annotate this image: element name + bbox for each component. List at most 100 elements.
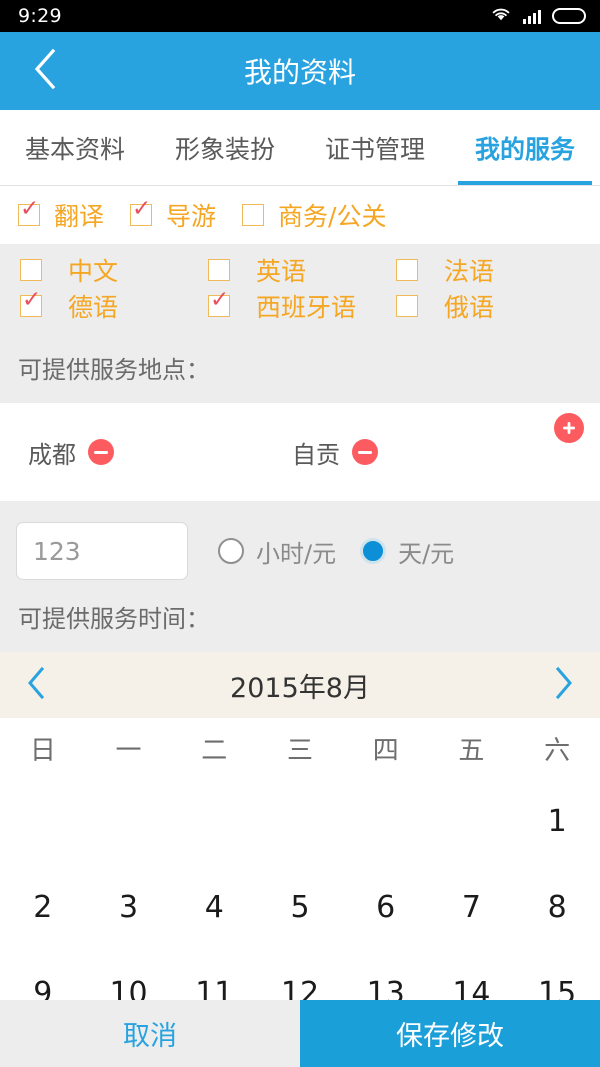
calendar-cell-empty — [343, 778, 429, 864]
checkbox-icon[interactable] — [208, 289, 230, 317]
tab-basic-info[interactable]: 基本资料 — [0, 110, 150, 185]
price-block: 小时/元 天/元 可提供服务时间： — [0, 501, 600, 652]
weekday-fri: 五 — [458, 735, 485, 766]
wifi-icon — [490, 6, 512, 26]
calendar-cell-empty — [171, 778, 257, 864]
language-french[interactable]: 法语 — [396, 252, 584, 288]
chevron-left-icon — [32, 47, 58, 95]
calendar-day-cell[interactable]: 1 — [514, 778, 600, 864]
language-label: 英语 — [256, 257, 307, 286]
checkbox-icon[interactable] — [18, 198, 40, 226]
save-button-label: 保存修改 — [396, 1021, 504, 1052]
weekday-mon: 一 — [115, 735, 142, 766]
tab-label: 形象装扮 — [174, 134, 275, 164]
status-bar: 9:29 — [0, 0, 600, 32]
checkbox-icon[interactable] — [242, 204, 265, 226]
service-type-group: 翻译 导游 商务/公关 — [0, 186, 600, 244]
calendar-day-cell[interactable]: 3 — [86, 864, 172, 950]
checkbox-icon[interactable] — [130, 198, 153, 226]
language-row: 德语 西班牙语 俄语 — [20, 288, 600, 324]
calendar-day-cell[interactable]: 8 — [514, 864, 600, 950]
location-name: 自贡 — [292, 440, 340, 469]
time-section-label: 可提供服务时间： — [0, 583, 600, 652]
calendar-cell-empty — [257, 778, 343, 864]
tab-certificates[interactable]: 证书管理 — [300, 110, 450, 185]
status-time: 9:29 — [18, 5, 62, 27]
language-german[interactable]: 德语 — [20, 288, 208, 324]
weekday-sun: 日 — [29, 735, 56, 766]
back-button[interactable] — [0, 32, 90, 110]
status-icons — [490, 6, 586, 26]
locations-section-label: 可提供服务地点： — [0, 334, 600, 403]
tab-label: 证书管理 — [324, 134, 425, 164]
minus-circle-icon[interactable] — [88, 439, 114, 465]
price-input[interactable] — [16, 522, 188, 580]
weekday-wed: 三 — [286, 735, 313, 766]
checkbox-icon[interactable] — [208, 259, 230, 281]
weekday-thu: 四 — [372, 735, 399, 766]
calendar-next-button[interactable] — [554, 666, 574, 704]
price-unit-group: 小时/元 天/元 — [218, 534, 454, 569]
service-type-guide[interactable]: 导游 — [130, 197, 216, 233]
calendar-grid: 1 2 3 4 5 6 7 8 9 10 11 12 13 14 15 — [0, 778, 600, 1036]
language-english[interactable]: 英语 — [208, 252, 396, 288]
service-type-translation[interactable]: 翻译 — [18, 197, 104, 233]
cancel-button[interactable]: 取消 — [0, 1000, 300, 1067]
plus-circle-icon[interactable] — [554, 413, 584, 443]
radio-icon[interactable] — [218, 538, 244, 564]
language-group: 中文 英语 法语 德语 西班牙语 俄语 — [0, 244, 600, 334]
tab-label: 我的服务 — [474, 134, 575, 164]
language-chinese[interactable]: 中文 — [20, 252, 208, 288]
calendar-day-cell[interactable]: 6 — [343, 864, 429, 950]
price-unit-day[interactable]: 天/元 — [360, 534, 454, 569]
bottom-action-bar: 取消 保存修改 — [0, 1000, 600, 1067]
chevron-left-icon — [26, 666, 46, 704]
calendar-day-cell[interactable]: 5 — [257, 864, 343, 950]
app-screen: 9:29 我的资料 基本资料 形象装扮 证书管理 我的服务 ✓ 翻译 ✓ 导游 … — [0, 0, 600, 1067]
language-label: 西班牙语 — [256, 293, 357, 322]
language-spanish[interactable]: 西班牙语 — [208, 288, 396, 324]
calendar-title: 2015年8月 — [230, 672, 370, 704]
location-item-chengdu: 成都 — [28, 435, 114, 470]
weekday-sat: 六 — [544, 735, 571, 766]
signal-icon — [523, 8, 541, 24]
language-label: 法语 — [444, 257, 495, 286]
service-type-label: 商务/公关 — [278, 202, 387, 231]
checkbox-icon[interactable] — [20, 259, 42, 281]
calendar-header: 2015年8月 — [0, 652, 600, 718]
checkbox-icon[interactable] — [396, 295, 418, 317]
save-button[interactable]: 保存修改 — [300, 1000, 600, 1067]
calendar-cell-empty — [429, 778, 515, 864]
radio-icon[interactable] — [360, 538, 387, 564]
page-title: 我的资料 — [243, 56, 356, 89]
locations-list: 成都 自贡 — [0, 403, 600, 501]
calendar-prev-button[interactable] — [26, 666, 46, 704]
calendar-day-cell[interactable]: 7 — [429, 864, 515, 950]
location-item-zigong: 自贡 — [292, 435, 378, 470]
language-label: 俄语 — [444, 293, 495, 322]
service-type-label: 导游 — [166, 202, 217, 231]
minus-circle-icon[interactable] — [352, 439, 378, 465]
tab-bar: 基本资料 形象装扮 证书管理 我的服务 — [0, 110, 600, 186]
calendar-day-cell[interactable]: 4 — [171, 864, 257, 950]
battery-icon — [552, 8, 586, 24]
price-unit-label: 小时/元 — [256, 539, 337, 568]
checkbox-icon[interactable] — [396, 259, 418, 281]
tab-my-services[interactable]: 我的服务 — [450, 110, 600, 185]
calendar-cell-empty — [0, 778, 86, 864]
tab-label: 基本资料 — [24, 134, 125, 164]
cancel-button-label: 取消 — [123, 1021, 177, 1052]
weekday-tue: 二 — [201, 735, 228, 766]
chevron-right-icon — [554, 666, 574, 704]
calendar-day-cell[interactable]: 2 — [0, 864, 86, 950]
language-russian[interactable]: 俄语 — [396, 288, 584, 324]
tab-appearance[interactable]: 形象装扮 — [150, 110, 300, 185]
service-type-business-pr[interactable]: 商务/公关 — [242, 197, 386, 233]
checkbox-icon[interactable] — [20, 289, 42, 317]
service-type-label: 翻译 — [54, 202, 105, 231]
calendar-cell-empty — [86, 778, 172, 864]
calendar-weekday-row: 日 一 二 三 四 五 六 — [0, 718, 600, 778]
language-label: 中文 — [68, 257, 119, 286]
location-name: 成都 — [28, 440, 76, 469]
price-unit-hour[interactable]: 小时/元 — [218, 534, 336, 569]
